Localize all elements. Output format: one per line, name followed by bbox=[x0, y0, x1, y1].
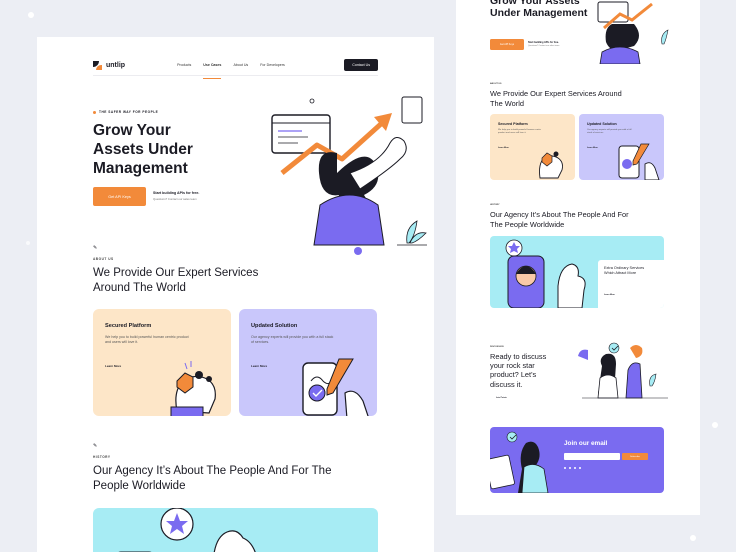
nav-menu: Products Use Cases About Us For Develope… bbox=[177, 63, 285, 79]
card-title: Secured Platform bbox=[498, 122, 528, 126]
learn-more-link[interactable]: Learn More bbox=[251, 364, 267, 368]
right-card-secured-platform: Secured Platform We help you to build po… bbox=[490, 114, 575, 180]
join-email-title: Join our email bbox=[564, 440, 608, 447]
card-text: Our agency experts will provide you with… bbox=[251, 335, 334, 344]
right-hero-sub-note: Questions? Contact our sales team bbox=[528, 45, 560, 47]
right-about-title: We Provide Our Expert Services Around Th… bbox=[490, 89, 622, 108]
flame-icon bbox=[93, 110, 96, 114]
learn-more-link[interactable]: Learn More bbox=[105, 364, 121, 368]
pen-icon: ✎ bbox=[93, 245, 98, 251]
card-title: Updated Solution bbox=[587, 122, 617, 126]
email-input[interactable] bbox=[564, 453, 620, 460]
nav-item-for-developers[interactable]: For Developers bbox=[260, 63, 285, 67]
subscribe-button[interactable]: Subscribe bbox=[622, 453, 648, 460]
social-icon[interactable] bbox=[564, 467, 566, 469]
right-hero-note: Start building APIs for free. bbox=[528, 41, 559, 44]
card-text: Our agency experts will provide you with… bbox=[587, 129, 632, 134]
card-text: We help you to build powerful human cent… bbox=[498, 129, 542, 134]
right-ready-text: Ready to discuss your rock star product?… bbox=[490, 352, 547, 389]
right-hero-illustration bbox=[597, 1, 669, 64]
right-hero-title: Grow Your Assets Under Management bbox=[490, 0, 588, 19]
phone-signature-small-illustration bbox=[618, 143, 660, 180]
hand-shield-illustration bbox=[170, 361, 216, 416]
service-card-secured-platform: Secured Platform We help you to build po… bbox=[93, 309, 231, 416]
right-discussion-label: DISCUSSION bbox=[490, 346, 504, 348]
phone-person-illustration bbox=[505, 239, 586, 308]
service-card-updated-solution: Updated Solution Our agency experts will… bbox=[239, 309, 377, 416]
right-get-api-keys-button[interactable]: Get API Keys bbox=[490, 39, 524, 50]
social-icon[interactable] bbox=[574, 467, 576, 469]
services-box: Extra Ordinary Services Which Attract Mo… bbox=[598, 260, 664, 308]
right-history-label: HISTORY bbox=[490, 204, 500, 206]
hero-eyebrow-text: THE SAFER WAY FOR PEOPLE bbox=[99, 110, 159, 114]
right-card-updated-solution: Updated Solution Our agency experts will… bbox=[579, 114, 664, 180]
learn-more-link[interactable]: Learn More bbox=[498, 147, 509, 149]
logo-mark-icon bbox=[93, 60, 102, 70]
bg-dot bbox=[690, 535, 696, 541]
bg-dot bbox=[28, 12, 34, 18]
people-discussion-illustration bbox=[578, 342, 668, 399]
services-text: Extra Ordinary Services Which Attract Mo… bbox=[604, 266, 645, 275]
star-hand-illustration bbox=[118, 508, 256, 552]
hero-note: Start building APIs for free. bbox=[153, 191, 200, 195]
hero-eyebrow: THE SAFER WAY FOR PEOPLE bbox=[93, 110, 158, 114]
phone-signature-illustration bbox=[302, 358, 369, 416]
hero-title: Grow Your Assets Under Management bbox=[93, 122, 193, 177]
bg-dot bbox=[712, 422, 718, 428]
social-icons bbox=[564, 467, 581, 469]
right-about-label: ABOUT US bbox=[490, 83, 502, 85]
bg-dot bbox=[26, 241, 30, 245]
top-navigation: untlip Products Use Cases About Us For D… bbox=[93, 57, 378, 79]
card-text: We help you to build powerful human cent… bbox=[105, 335, 189, 344]
right-history-title: Our Agency It’s About The People And For… bbox=[490, 210, 629, 229]
newsletter-illustration bbox=[490, 431, 549, 493]
newsletter-card: Join our email Subscribe bbox=[490, 427, 664, 493]
pen-icon: ✎ bbox=[93, 443, 98, 449]
nav-item-about-us[interactable]: About Us bbox=[233, 63, 248, 67]
brand-logo[interactable]: untlip bbox=[93, 60, 126, 70]
landing-page-desktop: untlip Products Use Cases About Us For D… bbox=[37, 37, 434, 552]
brand-name: untlip bbox=[106, 61, 126, 69]
hand-shield-small-illustration bbox=[539, 151, 563, 179]
get-api-keys-button[interactable]: Get API Keys bbox=[93, 187, 146, 206]
about-title: We Provide Our Expert Services Around Th… bbox=[93, 267, 259, 294]
history-label: HISTORY bbox=[93, 455, 111, 459]
learn-more-link[interactable]: Learn More bbox=[587, 147, 598, 149]
hero-illustration bbox=[271, 96, 427, 255]
landing-page-mobile-preview: Grow Your Assets Under Management Get AP… bbox=[456, 0, 700, 515]
lets-points-link[interactable]: Lets Points bbox=[496, 397, 507, 399]
contact-us-button[interactable]: Contact Us bbox=[344, 59, 378, 71]
right-services-card: Extra Ordinary Services Which Attract Mo… bbox=[490, 236, 664, 308]
hero-sub-note[interactable]: Questions? Contact our sales team bbox=[153, 197, 197, 201]
about-label: ABOUT US bbox=[93, 257, 114, 261]
card-title: Updated Solution bbox=[251, 323, 298, 329]
nav-item-products[interactable]: Products bbox=[177, 63, 191, 67]
card-title: Secured Platform bbox=[105, 323, 152, 329]
people-card bbox=[93, 508, 378, 552]
nav-item-use-cases[interactable]: Use Cases bbox=[203, 63, 222, 79]
history-title: Our Agency It’s About The People And For… bbox=[93, 465, 332, 492]
nav-divider bbox=[93, 75, 378, 76]
social-icon[interactable] bbox=[569, 467, 571, 469]
social-icon[interactable] bbox=[579, 467, 581, 469]
learn-more-link[interactable]: Learn More bbox=[604, 294, 615, 296]
